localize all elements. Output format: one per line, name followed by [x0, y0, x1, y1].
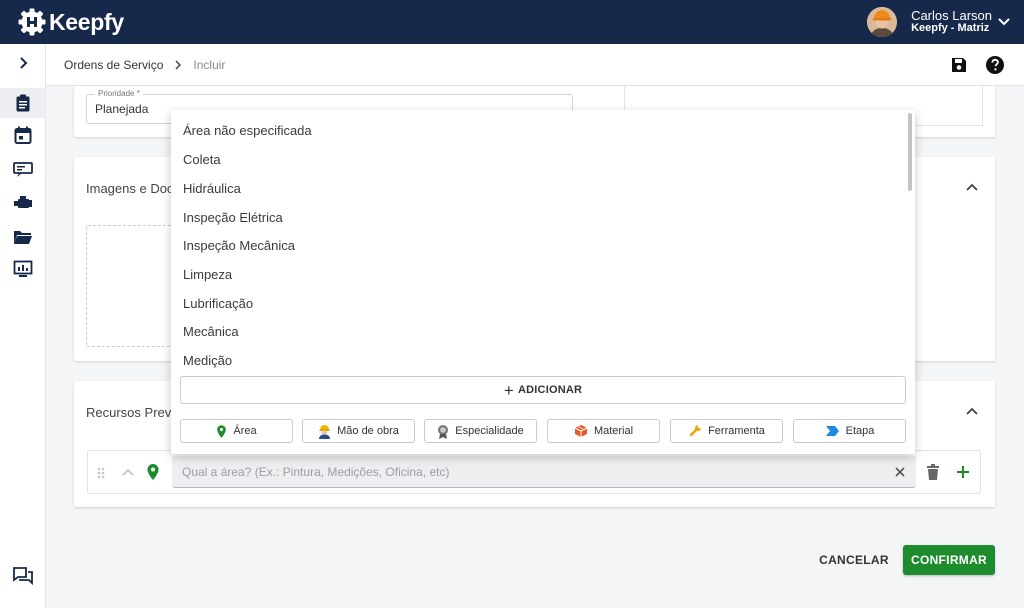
plus-icon: + [503, 380, 514, 400]
user-org: Keepfy - Matriz [911, 22, 990, 35]
breadcrumb-orders-link[interactable]: Ordens de Serviço [64, 58, 163, 72]
location-pin-icon [147, 464, 159, 480]
add-icon[interactable] [955, 464, 971, 480]
chip-area[interactable]: Área [180, 419, 293, 443]
add-button-label: ADICIONAR [518, 384, 583, 396]
top-bar: Keepfy Carlos Larson Keepfy - Matriz [0, 0, 1024, 44]
engine-icon [14, 196, 32, 208]
breadcrumb: Ordens de Serviço Incluir [46, 44, 1024, 86]
chevron-right-icon [20, 57, 28, 69]
chip-tool-label: Ferramenta [708, 425, 765, 437]
sidebar-item-chat[interactable] [12, 565, 34, 587]
sidebar-item-tickets[interactable] [12, 158, 34, 180]
upload-dropzone[interactable] [86, 225, 176, 347]
chip-specialty-label: Especialidade [455, 425, 524, 437]
sidebar-item-orders[interactable] [12, 92, 34, 114]
area-search-placeholder: Qual a área? (Ex.: Pintura, Medições, Of… [182, 465, 450, 479]
chevron-up-icon[interactable] [965, 405, 979, 419]
images-section-title: Imagens e Doc [86, 181, 174, 196]
chip-tool[interactable]: Ferramenta [670, 419, 783, 443]
user-name: Carlos Larson [911, 8, 992, 24]
drag-handle-icon[interactable] [96, 466, 106, 480]
dropdown-option[interactable]: Inspeção Elétrica [183, 210, 283, 225]
sidebar-item-calendar[interactable] [12, 124, 34, 146]
chevron-up-icon[interactable] [121, 466, 135, 480]
dropdown-option[interactable]: Área não especificada [183, 123, 312, 138]
sidebar-expand[interactable] [12, 52, 34, 74]
confirm-button[interactable]: CONFIRMAR [903, 545, 995, 575]
chip-material-label: Material [593, 425, 634, 437]
step-arrow-icon [825, 426, 839, 436]
clear-icon[interactable] [894, 466, 906, 478]
chip-labor[interactable]: Mão de obra [302, 419, 415, 443]
dropdown-option[interactable]: Inspeção Mecânica [183, 238, 295, 253]
folder-open-icon [14, 231, 32, 244]
chip-labor-label: Mão de obra [337, 425, 399, 437]
dropdown-option[interactable]: Mecânica [183, 324, 239, 339]
sidebar-item-dashboard[interactable] [12, 258, 34, 280]
help-icon[interactable] [985, 55, 1005, 75]
chip-step[interactable]: Etapa [793, 419, 906, 443]
worker-icon [319, 424, 331, 439]
chip-step-label: Etapa [845, 425, 875, 437]
area-search-input[interactable]: Qual a área? (Ex.: Pintura, Medições, Of… [172, 456, 916, 488]
resources-section-title: Recursos Prev [86, 405, 172, 420]
chip-material[interactable]: Material [547, 419, 660, 443]
priority-value: Planejada [95, 102, 149, 116]
sidebar-item-folders[interactable] [12, 226, 34, 248]
trash-icon[interactable] [926, 464, 940, 481]
ticket-icon [13, 162, 33, 177]
medal-icon [438, 424, 449, 439]
dropdown-option[interactable]: Lubrificação [183, 296, 253, 311]
calendar-icon [14, 126, 32, 144]
chip-specialty[interactable]: Especialidade [424, 419, 537, 443]
sidebar-item-assets[interactable] [12, 192, 34, 214]
sidebar [0, 44, 46, 608]
monitor-chart-icon [13, 260, 33, 277]
dropdown-option[interactable]: Medição [183, 353, 232, 368]
keepfy-logo[interactable]: Keepfy [18, 8, 124, 36]
clipboard-icon [16, 94, 30, 112]
chat-icon [13, 567, 33, 585]
breadcrumb-current: Incluir [193, 57, 226, 72]
area-dropdown: Área não especificada Coleta Hidráulica … [171, 110, 915, 454]
gear-logo-icon [18, 8, 46, 36]
wrench-icon [689, 425, 702, 437]
cancel-button[interactable]: CANCELAR [812, 545, 896, 575]
location-pin-icon [217, 424, 227, 438]
avatar [867, 7, 898, 37]
chevron-down-icon[interactable] [994, 12, 1014, 32]
app-name: Keepfy [49, 8, 124, 35]
add-button[interactable]: + ADICIONAR [180, 376, 906, 404]
dropdown-option[interactable]: Limpeza [183, 267, 232, 282]
dropdown-option[interactable]: Coleta [183, 152, 221, 167]
dropdown-option[interactable]: Hidráulica [183, 181, 241, 196]
dropdown-scrollbar[interactable] [908, 113, 912, 191]
resource-row: Qual a área? (Ex.: Pintura, Medições, Of… [87, 450, 981, 494]
chevron-right-icon [175, 59, 182, 70]
chevron-up-icon[interactable] [965, 181, 979, 195]
priority-label: Prioridade * [95, 89, 143, 98]
save-icon[interactable] [949, 55, 969, 75]
user-menu[interactable]: Carlos Larson Keepfy - Matriz [867, 0, 1010, 44]
chip-area-label: Área [233, 425, 257, 437]
box-icon [574, 425, 588, 437]
